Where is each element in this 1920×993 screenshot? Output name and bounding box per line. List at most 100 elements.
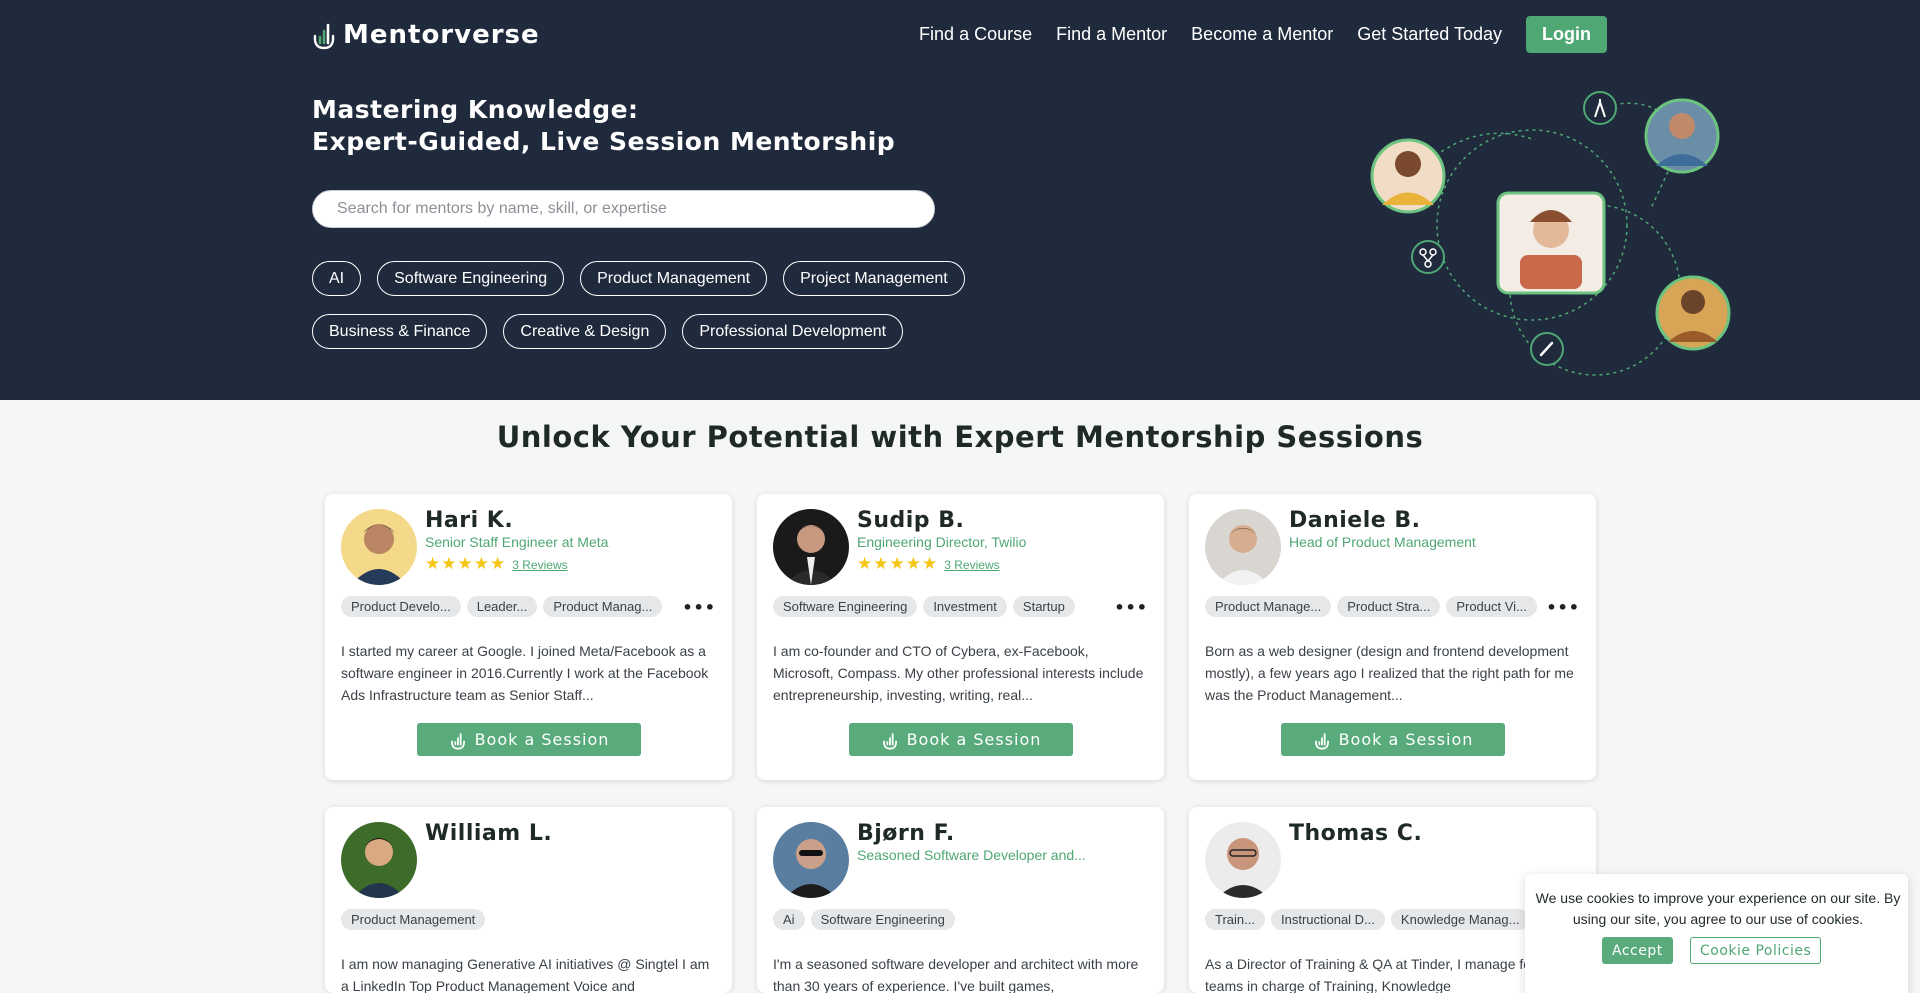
more-tags-icon[interactable]: •••	[682, 598, 716, 617]
category-chip-project-management[interactable]: Project Management	[783, 261, 965, 296]
rating: ★ ★ ★ ★ ★ 3 Reviews	[425, 556, 568, 573]
reviews-link[interactable]: 3 Reviews	[512, 558, 567, 572]
skill-tags: Train... Instructional D... Knowledge Ma…	[1205, 909, 1565, 930]
star-icon: ★	[857, 554, 873, 574]
nav-find-course[interactable]: Find a Course	[919, 24, 1032, 45]
skill-tag: Investment	[923, 596, 1007, 617]
logo-icon	[882, 732, 897, 750]
avatar-man-glasses	[1644, 98, 1720, 174]
skill-tag: Product Vi...	[1446, 596, 1537, 617]
reviews-link[interactable]: 3 Reviews	[944, 558, 999, 572]
mentor-role: Engineering Director, Twilio	[857, 534, 1027, 550]
more-tags-icon[interactable]: •••	[1114, 598, 1148, 617]
mentor-card[interactable]: Sudip B. Engineering Director, Twilio ★ …	[757, 494, 1164, 780]
skill-tag: Knowledge Manag...	[1390, 909, 1530, 930]
nav-find-mentor[interactable]: Find a Mentor	[1056, 24, 1167, 45]
logo-icon	[1314, 732, 1329, 750]
skill-tags: Product Management	[341, 909, 701, 930]
nav-become-mentor[interactable]: Become a Mentor	[1191, 24, 1333, 45]
cookie-accept-button[interactable]: Accept	[1602, 937, 1673, 964]
skill-tags: Product Develo... Leader... Product Mana…	[341, 596, 701, 617]
hero-title-line2: Expert-Guided, Live Session Mentorship	[312, 127, 896, 156]
cookie-message: We use cookies to improve your experienc…	[1535, 890, 1901, 927]
skill-tag: Leader...	[466, 596, 538, 617]
mentor-card[interactable]: William L. Product Management I am now m…	[325, 807, 732, 993]
category-chip-ai[interactable]: AI	[312, 261, 362, 296]
star-icon: ★	[473, 554, 489, 574]
category-chip-software-engineering[interactable]: Software Engineering	[377, 261, 565, 296]
branch-node-icon	[1411, 240, 1445, 274]
star-icon: ★	[889, 554, 905, 574]
skill-tags: Ai Software Engineering	[773, 909, 1133, 930]
mentor-name[interactable]: Daniele B.	[1289, 508, 1420, 533]
mentor-bio: Born as a web designer (design and front…	[1205, 643, 1574, 703]
section-title: Unlock Your Potential with Expert Mentor…	[496, 420, 1424, 454]
mentor-role: Senior Staff Engineer at Meta	[425, 534, 609, 550]
star-icon: ★	[490, 554, 506, 574]
star-icon: ★	[905, 554, 921, 574]
hero-title: Mastering Knowledge: Expert-Guided, Live…	[312, 94, 895, 158]
skill-tag: Product Management	[341, 909, 486, 930]
mentor-name[interactable]: Thomas C.	[1289, 821, 1422, 846]
mentor-bio: I am co-founder and CTO of Cybera, ex-Fa…	[773, 643, 1144, 703]
avatar[interactable]	[341, 509, 417, 585]
category-chip-product-management[interactable]: Product Management	[580, 261, 768, 296]
category-chips: AI Software Engineering Product Manageme…	[312, 261, 992, 349]
mentor-name[interactable]: Hari K.	[425, 508, 513, 533]
more-tags-icon[interactable]: •••	[1546, 598, 1580, 617]
skill-tag: Product Stra...	[1337, 596, 1441, 617]
book-session-button[interactable]: Book a Session	[417, 723, 641, 756]
skill-tag: Software Engineering	[773, 596, 918, 617]
cookie-banner: We use cookies to improve your experienc…	[1525, 874, 1908, 993]
star-icon: ★	[441, 554, 457, 574]
category-chip-business-finance[interactable]: Business & Finance	[312, 314, 488, 349]
login-button[interactable]: Login	[1526, 16, 1607, 53]
brand-logo[interactable]: Mentorverse	[311, 19, 540, 51]
skill-tag: Ai	[773, 909, 805, 930]
skill-tags: Product Manage... Product Stra... Produc…	[1205, 596, 1565, 617]
mentor-role: Seasoned Software Developer and...	[857, 847, 1086, 863]
category-chip-creative-design[interactable]: Creative & Design	[503, 314, 667, 349]
hero-title-line1: Mastering Knowledge:	[312, 95, 639, 124]
mentor-card[interactable]: Daniele B. Head of Product Management Pr…	[1189, 494, 1596, 780]
mentor-card[interactable]: Hari K. Senior Staff Engineer at Meta ★ …	[325, 494, 732, 780]
category-chip-professional-development[interactable]: Professional Development	[682, 314, 904, 349]
logo-icon	[313, 23, 335, 50]
skill-tags: Software Engineering Investment Startup	[773, 596, 1133, 617]
skill-tag: Train...	[1205, 909, 1265, 930]
avatar-woman-yellow	[1370, 138, 1446, 214]
skill-tag: Product Manage...	[1205, 596, 1332, 617]
mentor-bio: I started my career at Google. I joined …	[341, 643, 709, 703]
avatar[interactable]	[1205, 509, 1281, 585]
avatar-center-woman	[1496, 191, 1606, 295]
star-icon: ★	[457, 554, 473, 574]
avatar-man-plaid	[1655, 275, 1731, 351]
book-session-button[interactable]: Book a Session	[1281, 723, 1505, 756]
avatar[interactable]	[1205, 822, 1281, 898]
nav-links: Find a Course Find a Mentor Become a Men…	[919, 16, 1607, 53]
avatar[interactable]	[773, 509, 849, 585]
book-session-button[interactable]: Book a Session	[849, 723, 1073, 756]
rating: ★ ★ ★ ★ ★ 3 Reviews	[857, 556, 1000, 573]
mentor-card[interactable]: Bjørn F. Seasoned Software Developer and…	[757, 807, 1164, 993]
mentor-search-input[interactable]	[312, 190, 935, 228]
mentor-name[interactable]: Bjørn F.	[857, 821, 955, 846]
compass-node-icon	[1583, 91, 1617, 125]
avatar[interactable]	[773, 822, 849, 898]
skill-tag: Startup	[1012, 596, 1075, 617]
skill-tag: Product Manag...	[543, 596, 663, 617]
mentor-bio: I am now managing Generative AI initiati…	[341, 956, 710, 993]
book-session-label: Book a Session	[1338, 730, 1474, 749]
mentor-name[interactable]: William L.	[425, 821, 552, 846]
star-icon: ★	[873, 554, 889, 574]
skill-tag: Product Develo...	[341, 596, 461, 617]
cookie-policies-button[interactable]: Cookie Policies	[1690, 937, 1822, 964]
avatar[interactable]	[341, 822, 417, 898]
nav-get-started[interactable]: Get Started Today	[1357, 24, 1502, 45]
top-navbar: Mentorverse Find a Course Find a Mentor …	[0, 0, 1920, 68]
mentor-role: Head of Product Management	[1289, 534, 1476, 550]
mentor-name[interactable]: Sudip B.	[857, 508, 964, 533]
pen-node-icon	[1530, 332, 1564, 366]
book-session-label: Book a Session	[474, 730, 610, 749]
mentor-network-illustration	[1370, 91, 1731, 376]
